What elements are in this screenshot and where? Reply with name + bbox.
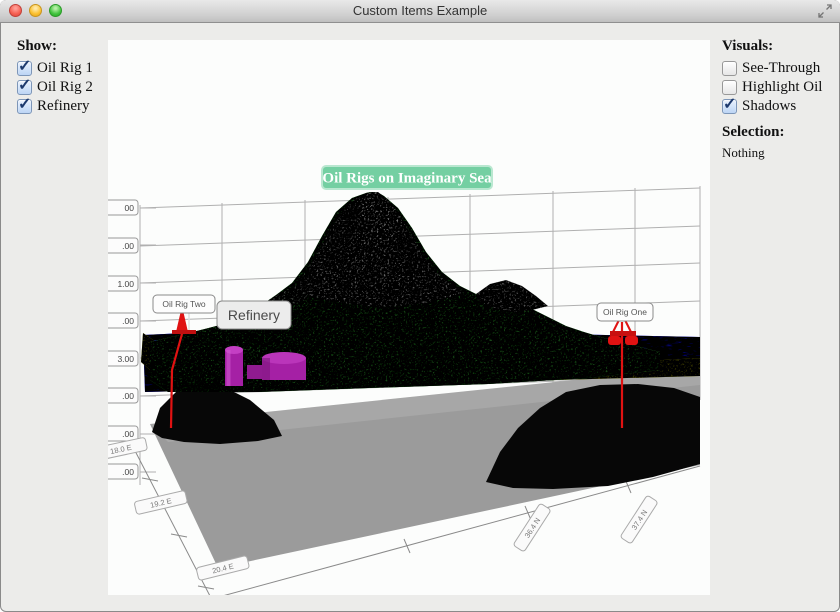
oil-rig-2-checkbox[interactable]: [17, 80, 32, 95]
visuals-panel: Visuals: See-Through Highlight Oil Shado…: [722, 38, 834, 161]
svg-text:Oil Rig Two: Oil Rig Two: [162, 299, 206, 309]
checkbox-row-highlight-oil[interactable]: Highlight Oil: [722, 78, 834, 97]
shadows-label: Shadows: [742, 98, 796, 115]
oil-rig-1-checkbox[interactable]: [17, 61, 32, 76]
plot-area[interactable]: 00 .00 1.00 .00 3.00 .00 .00 .00 18.0 E …: [108, 40, 710, 595]
highlight-oil-checkbox[interactable]: [722, 80, 737, 95]
oil-rig-two-label[interactable]: Oil Rig Two: [153, 295, 215, 313]
see-through-checkbox[interactable]: [722, 61, 737, 76]
refinery-checkbox[interactable]: [17, 99, 32, 114]
x-axis-labels-right: 36.4 N 37.4 N: [513, 495, 658, 552]
refinery-annotation-label[interactable]: Refinery: [217, 301, 291, 329]
svg-text:Oil Rigs on Imaginary Sea: Oil Rigs on Imaginary Sea: [322, 171, 492, 187]
svg-text:.00: .00: [122, 241, 134, 251]
show-heading: Show:: [17, 38, 107, 55]
oil-rig-1-label: Oil Rig 1: [37, 60, 93, 77]
title-bar[interactable]: Custom Items Example: [0, 0, 840, 23]
selection-heading: Selection:: [722, 124, 834, 141]
svg-text:.00: .00: [122, 467, 134, 477]
shadows-checkbox[interactable]: [722, 99, 737, 114]
highlight-oil-label: Highlight Oil: [742, 79, 822, 96]
refinery-label: Refinery: [37, 98, 89, 115]
svg-text:Oil Rig One: Oil Rig One: [603, 307, 647, 317]
checkbox-row-refinery[interactable]: Refinery: [17, 97, 107, 116]
svg-text:1.00: 1.00: [117, 279, 134, 289]
svg-text:.00: .00: [122, 429, 134, 439]
app-window: Custom Items Example Show: Oil Rig 1 Oil…: [0, 0, 840, 612]
window-title: Custom Items Example: [0, 0, 840, 22]
checkbox-row-see-through[interactable]: See-Through: [722, 59, 834, 78]
svg-text:00: 00: [125, 203, 135, 213]
chart-title-label[interactable]: Oil Rigs on Imaginary Sea: [322, 166, 492, 189]
oil-rig-2-label: Oil Rig 2: [37, 79, 93, 96]
svg-text:Refinery: Refinery: [228, 307, 280, 323]
selection-value: Nothing: [722, 145, 834, 161]
svg-text:.00: .00: [122, 391, 134, 401]
checkbox-row-shadows[interactable]: Shadows: [722, 97, 834, 116]
resize-icon[interactable]: [818, 4, 832, 18]
show-panel: Show: Oil Rig 1 Oil Rig 2 Refinery: [17, 38, 107, 116]
surface-3d-scene[interactable]: 00 .00 1.00 .00 3.00 .00 .00 .00 18.0 E …: [108, 40, 710, 595]
visuals-heading: Visuals:: [722, 38, 834, 55]
y-axis-labels: 00 .00 1.00 .00 3.00 .00 .00 .00: [108, 200, 138, 479]
oil-rig-one-label[interactable]: Oil Rig One: [597, 303, 653, 321]
svg-text:3.00: 3.00: [117, 354, 134, 364]
svg-text:.00: .00: [122, 316, 134, 326]
see-through-label: See-Through: [742, 60, 820, 77]
